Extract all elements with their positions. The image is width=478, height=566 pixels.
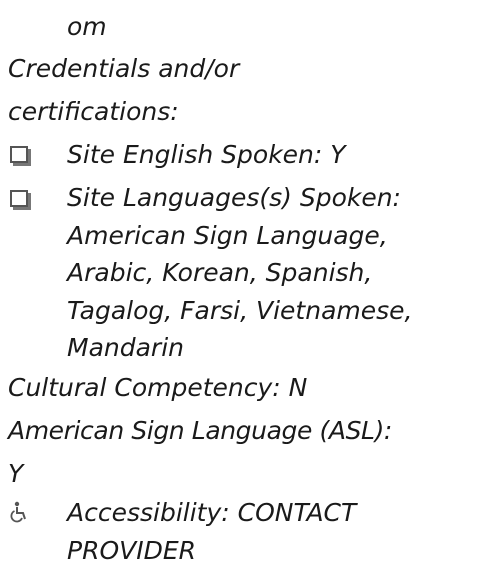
site-languages-line1: Site Languages(s) Spoken: <box>67 183 401 212</box>
site-languages-line5: Mandarin <box>67 333 184 362</box>
site-languages-line4: Tagalog, Farsi, Vietnamese, <box>67 296 413 325</box>
accessibility-line2: PROVIDER <box>67 536 197 565</box>
wheelchair-icon <box>10 500 30 523</box>
asl-line1: American Sign Language (ASL): <box>8 416 392 445</box>
cultural-competency: Cultural Competency: N <box>8 373 308 402</box>
credentials-label-line2: certifications: <box>8 97 179 126</box>
checkbox-icon <box>10 190 28 207</box>
credentials-label-line1: Credentials and/or <box>8 54 240 83</box>
site-languages-line2: American Sign Language, <box>67 221 388 250</box>
site-english-spoken: Site English Spoken: Y <box>67 140 346 169</box>
provider-details: om Credentials and/or certifications: Si… <box>0 0 478 565</box>
asl-line2: Y <box>8 459 24 488</box>
checkbox-icon <box>10 146 28 163</box>
text-fragment: om <box>67 12 107 41</box>
accessibility-line1: Accessibility: CONTACT <box>67 498 357 527</box>
site-languages-line3: Arabic, Korean, Spanish, <box>67 258 373 287</box>
